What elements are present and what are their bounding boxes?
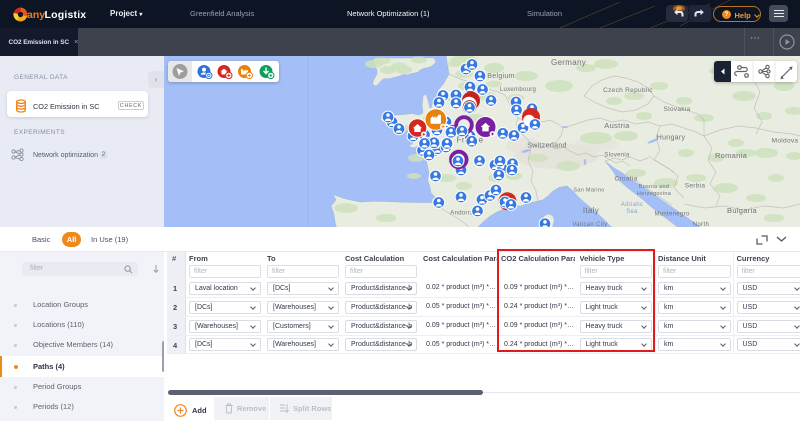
svg-text:Andorra: Andorra xyxy=(450,211,474,217)
svg-text:Italy: Italy xyxy=(583,206,599,215)
svg-text:Germany: Germany xyxy=(551,58,586,67)
svg-text:Slovakia: Slovakia xyxy=(664,106,691,113)
svg-text:Croatia: Croatia xyxy=(614,176,637,183)
svg-text:Czech Republic: Czech Republic xyxy=(603,87,653,94)
svg-text:Sea: Sea xyxy=(626,209,638,215)
svg-text:Slovenia: Slovenia xyxy=(604,153,630,159)
svg-text:Switzerland: Switzerland xyxy=(527,143,566,150)
svg-text:Romania: Romania xyxy=(715,151,748,160)
svg-text:Bulgaria: Bulgaria xyxy=(727,206,757,215)
svg-text:Luxembourg: Luxembourg xyxy=(500,87,536,93)
svg-text:Montenegro: Montenegro xyxy=(654,212,689,218)
svg-text:Herzegovina: Herzegovina xyxy=(637,191,672,197)
svg-text:Bosnia and: Bosnia and xyxy=(639,184,670,190)
svg-text:Hungary: Hungary xyxy=(657,135,686,142)
svg-text:San Marino: San Marino xyxy=(573,188,604,194)
svg-text:Moldova: Moldova xyxy=(772,138,799,145)
svg-text:Adriatic: Adriatic xyxy=(621,202,643,208)
svg-text:Austria: Austria xyxy=(604,121,630,130)
svg-text:Belgium: Belgium xyxy=(487,73,514,80)
svg-text:Serbia: Serbia xyxy=(685,183,706,190)
